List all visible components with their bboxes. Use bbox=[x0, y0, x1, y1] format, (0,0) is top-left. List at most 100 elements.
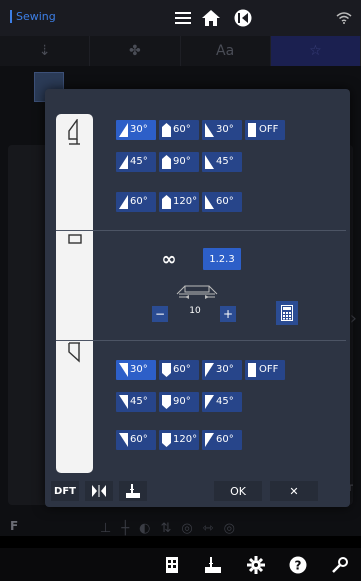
chevron-right-icon[interactable]: › bbox=[350, 308, 357, 329]
start-option-label: 45° bbox=[130, 156, 148, 167]
tab-stitches[interactable]: ⇣ bbox=[0, 36, 91, 66]
end-option-label: 30° bbox=[130, 364, 148, 375]
length-value: 10 bbox=[189, 306, 201, 316]
letters-tab-label: Aa bbox=[216, 43, 235, 59]
taper-center-icon bbox=[162, 123, 171, 137]
start-option-7[interactable]: 60° bbox=[116, 192, 156, 212]
center-tool-icon: ┼ bbox=[121, 520, 130, 536]
close-button[interactable]: ✕ bbox=[270, 481, 318, 501]
taper-left-icon bbox=[119, 433, 128, 447]
mirror-tool-icon: ⊥ bbox=[100, 520, 112, 536]
start-option-1[interactable]: 60° bbox=[159, 120, 199, 140]
default-label: DFT bbox=[54, 485, 76, 497]
taper-left-icon bbox=[119, 123, 128, 137]
loop-button[interactable]: ∞ bbox=[149, 248, 189, 270]
tab-bar: ⇣ ✤ Aa ☆ bbox=[0, 36, 361, 66]
tutorial-icon[interactable] bbox=[162, 555, 182, 575]
stitch-taper-dialog: 30° 60° 30° OFF 45° 90° 45° 60° 120° 60° ∞ 1.2.3 … bbox=[45, 89, 350, 507]
settings-icon[interactable] bbox=[246, 555, 266, 575]
length-minus-button[interactable]: − bbox=[152, 306, 168, 322]
ok-button[interactable]: OK bbox=[214, 481, 262, 501]
end-option-label: 120° bbox=[173, 434, 198, 445]
width-tool-icon: ◎ bbox=[223, 520, 235, 536]
taper-center-icon bbox=[162, 395, 171, 409]
back-circle-icon[interactable] bbox=[232, 8, 254, 28]
start-option-label: OFF bbox=[259, 124, 279, 135]
mirror-icon bbox=[92, 485, 106, 497]
end-option-label: 45° bbox=[216, 396, 234, 407]
end-option-2[interactable]: 30° bbox=[202, 360, 242, 380]
speed-tool-icon: ◎ bbox=[181, 520, 193, 536]
section-sidebar bbox=[56, 114, 93, 473]
end-option-8[interactable]: 120° bbox=[159, 430, 199, 450]
home-icon[interactable] bbox=[200, 8, 222, 28]
start-option-0[interactable]: 30° bbox=[116, 120, 156, 140]
sequence-button[interactable]: 1.2.3 bbox=[203, 248, 241, 270]
taper-right-icon bbox=[205, 395, 214, 409]
calculator-button[interactable] bbox=[276, 301, 298, 325]
end-option-4[interactable]: 45° bbox=[116, 392, 156, 412]
sequence-label: 1.2.3 bbox=[209, 253, 235, 265]
start-option-5[interactable]: 90° bbox=[159, 152, 199, 172]
svg-text:?: ? bbox=[295, 559, 302, 573]
tab-letters[interactable]: Aa bbox=[181, 36, 271, 66]
length-tool-icon: ⇿ bbox=[202, 520, 214, 536]
plus-label: + bbox=[222, 307, 234, 321]
end-option-3[interactable]: OFF bbox=[245, 360, 285, 380]
end-option-label: 45° bbox=[130, 396, 148, 407]
start-option-label: 60° bbox=[216, 196, 234, 207]
menu-icon[interactable] bbox=[172, 8, 194, 28]
end-option-0[interactable]: 30° bbox=[116, 360, 156, 380]
favorite-tab-icon: ☆ bbox=[309, 43, 322, 59]
needle-down-icon[interactable] bbox=[203, 555, 223, 575]
taper-center-icon bbox=[162, 363, 171, 377]
end-option-label: 60° bbox=[216, 434, 234, 445]
taper-right-icon bbox=[205, 433, 214, 447]
stitch-tab-icon: ⇣ bbox=[38, 43, 51, 59]
start-option-8[interactable]: 120° bbox=[159, 192, 199, 212]
taper-right-icon bbox=[205, 123, 214, 137]
end-option-label: OFF bbox=[259, 364, 279, 375]
end-option-9[interactable]: 60° bbox=[202, 430, 242, 450]
tab-patterns[interactable]: ✤ bbox=[90, 36, 181, 66]
section-divider-top bbox=[56, 230, 346, 231]
end-option-1[interactable]: 60° bbox=[159, 360, 199, 380]
start-option-9[interactable]: 60° bbox=[202, 192, 242, 212]
needle-stop-button[interactable] bbox=[119, 481, 147, 501]
background-tool-row: ⊥ ┼ ◐ ⇅ ◎ ⇿ ◎ bbox=[100, 515, 330, 541]
taper-left-icon bbox=[119, 155, 128, 169]
end-option-label: 60° bbox=[130, 434, 148, 445]
end-option-label: 30° bbox=[216, 364, 234, 375]
tab-favorites[interactable]: ☆ bbox=[270, 36, 361, 66]
stitch-end-icon bbox=[56, 342, 93, 364]
length-plus-button[interactable]: + bbox=[220, 306, 236, 322]
start-option-4[interactable]: 45° bbox=[116, 152, 156, 172]
start-option-label: 30° bbox=[216, 124, 234, 135]
half-tool-icon: ◐ bbox=[139, 520, 151, 536]
taper-left-icon bbox=[119, 195, 128, 209]
tools-icon[interactable] bbox=[330, 555, 350, 575]
end-option-6[interactable]: 45° bbox=[202, 392, 242, 412]
bottom-bar: ? bbox=[0, 548, 361, 581]
default-button[interactable]: DFT bbox=[51, 481, 79, 501]
start-option-3[interactable]: OFF bbox=[245, 120, 285, 140]
help-icon[interactable]: ? bbox=[288, 555, 308, 575]
tie-tool-icon: ⇅ bbox=[160, 520, 172, 536]
end-option-5[interactable]: 90° bbox=[159, 392, 199, 412]
taper-center-icon bbox=[162, 433, 171, 447]
taper-right-icon bbox=[205, 363, 214, 377]
mirror-button[interactable] bbox=[85, 481, 113, 501]
taper-left-icon bbox=[119, 363, 128, 377]
start-option-label: 60° bbox=[130, 196, 148, 207]
start-option-label: 120° bbox=[173, 196, 198, 207]
wifi-icon bbox=[333, 8, 355, 28]
section-divider-bottom bbox=[56, 340, 346, 341]
end-option-7[interactable]: 60° bbox=[116, 430, 156, 450]
taper-right-icon bbox=[205, 155, 214, 169]
end-option-label: 60° bbox=[173, 364, 191, 375]
ok-label: OK bbox=[230, 484, 246, 498]
start-option-6[interactable]: 45° bbox=[202, 152, 242, 172]
infinity-icon: ∞ bbox=[161, 248, 177, 270]
start-option-2[interactable]: 30° bbox=[202, 120, 242, 140]
app-title: Sewing bbox=[10, 10, 56, 23]
